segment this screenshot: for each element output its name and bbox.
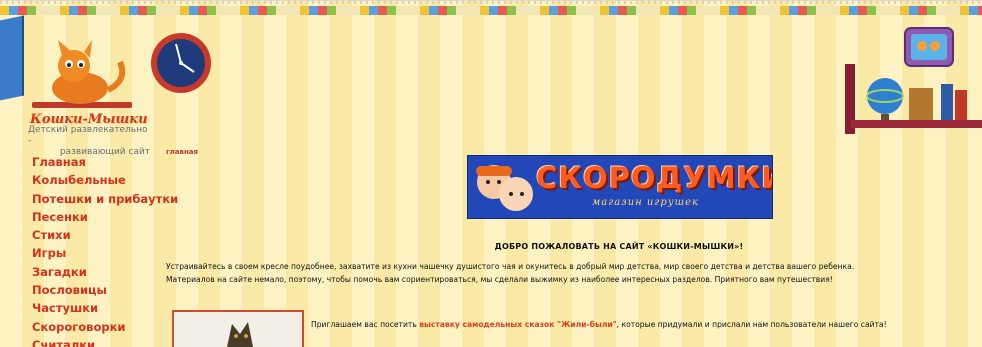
nav-item-counting-rhymes[interactable]: Считалки — [32, 336, 178, 347]
bunting-decoration — [0, 0, 982, 18]
nav-item-games[interactable]: Игры — [32, 244, 178, 262]
children-faces-icon — [476, 165, 533, 211]
fairy-tale-exhibit-thumbnail[interactable] — [172, 310, 304, 347]
store-banner-subtitle: магазин игрушек — [592, 197, 699, 208]
store-banner-title: СКОРОДУМКИ — [536, 161, 773, 195]
invite-prefix: Приглашаем вас посетить — [311, 320, 420, 329]
welcome-heading: ДОБРО ПОЖАЛОВАТЬ НА САЙТ «КОШКИ-МЫШКИ»! — [494, 242, 744, 251]
nav-item-songs[interactable]: Песенки — [32, 208, 178, 226]
nav-item-nursery-rhymes[interactable]: Потешки и прибаутки — [32, 190, 178, 208]
welcome-text-line1: Устраивайтесь в своем кресле поудобнее, … — [166, 262, 855, 271]
nav-item-proverbs[interactable]: Пословицы — [32, 281, 178, 299]
left-frame-decoration — [0, 15, 24, 101]
invite-text: Приглашаем вас посетить выставку самодел… — [311, 320, 887, 329]
invite-suffix: , которые придумали и прислали нам польз… — [616, 320, 887, 329]
nav-item-tongue-twisters[interactable]: Скороговорки — [32, 318, 178, 336]
framed-photo-icon[interactable] — [904, 24, 954, 68]
wall-clock-icon — [151, 33, 211, 93]
nav-item-chastushki[interactable]: Частушки — [32, 299, 178, 317]
site-logo-subtitle-line1: Детский развлекательно - — [28, 125, 148, 146]
welcome-text-line2: Материалов на сайте немало, поэтому, что… — [166, 275, 833, 284]
nav-item-lullabies[interactable]: Колыбельные — [32, 171, 178, 189]
cat-mascot-icon[interactable] — [28, 40, 138, 118]
fairy-tale-exhibit-link[interactable]: выставку самодельных сказок "Жили-были" — [419, 320, 616, 329]
nav-item-poems[interactable]: Стихи — [32, 226, 178, 244]
nav-item-riddles[interactable]: Загадки — [32, 263, 178, 281]
main-nav: Главная Колыбельные Потешки и прибаутки … — [32, 153, 178, 347]
cat-photo-icon — [174, 312, 302, 347]
nav-item-home[interactable]: Главная — [32, 153, 178, 171]
bookshelf-globe-icon — [845, 64, 982, 134]
store-banner[interactable]: СКОРОДУМКИ магазин игрушек — [467, 155, 773, 219]
